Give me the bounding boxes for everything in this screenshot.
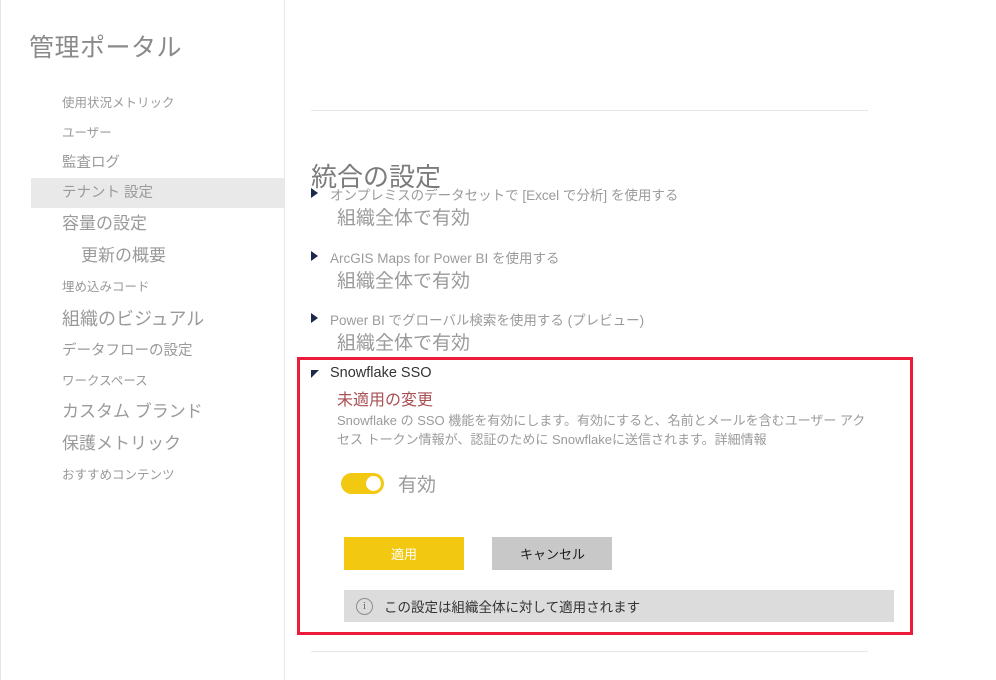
enabled-toggle-group: 有効 — [341, 470, 436, 497]
sidebar-item-label: ワークスペース — [62, 374, 148, 388]
cancel-button[interactable]: キャンセル — [492, 537, 613, 570]
sidebar-item-label: おすすめコンテンツ — [62, 468, 175, 482]
sidebar-item-users[interactable]: ユーザー — [5, 118, 285, 148]
sidebar-item-label: カスタム ブランド — [62, 402, 203, 421]
sidebar-item-label: 容量の設定 — [62, 214, 147, 233]
setting-name: Power BI でグローバル検索を使用する (プレビュー) — [330, 313, 645, 328]
chevron-right-icon[interactable] — [311, 188, 318, 198]
sidebar-item-label: テナント 設定 — [62, 185, 154, 201]
chevron-right-icon[interactable] — [311, 251, 318, 261]
info-banner-text: この設定は組織全体に対して適用されます — [384, 600, 641, 615]
toggle-knob — [366, 476, 381, 491]
chevron-down-icon[interactable] — [311, 370, 319, 378]
sidebar-item-label: 組織のビジュアル — [62, 309, 205, 329]
admin-portal-page: 管理ポータル 使用状況メトリック ユーザー 監査ログ テナント 設定 容量の設定… — [0, 0, 996, 680]
sidebar-item-label: 使用状況メトリック — [62, 96, 175, 110]
action-button-row: 適用 キャンセル — [344, 537, 613, 570]
content-divider-top — [311, 110, 868, 111]
sidebar-item-custom-branding[interactable]: カスタム ブランド — [5, 396, 285, 428]
sidebar-item-usage-metrics[interactable]: 使用状況メトリック — [5, 88, 285, 118]
sidebar: 管理ポータル 使用状況メトリック ユーザー 監査ログ テナント 設定 容量の設定… — [5, 0, 285, 680]
sidebar-item-featured-content[interactable]: おすすめコンテンツ — [5, 460, 285, 490]
sidebar-item-tenant-settings[interactable]: テナント 設定 — [31, 178, 284, 208]
sidebar-item-capacity-settings[interactable]: 容量の設定 — [5, 208, 285, 240]
sidebar-nav-list: 使用状況メトリック ユーザー 監査ログ テナント 設定 容量の設定 更新の概要 … — [5, 88, 285, 490]
sidebar-item-workspaces[interactable]: ワークスペース — [5, 366, 285, 396]
content-divider-bottom — [311, 651, 868, 652]
toggle-label: 有効 — [398, 475, 437, 496]
sidebar-item-embed-codes[interactable]: 埋め込みコード — [5, 272, 285, 302]
sidebar-item-refresh-summary[interactable]: 更新の概要 — [5, 240, 285, 272]
setting-state: 組織全体で有効 — [337, 333, 471, 354]
sidebar-item-protection-metrics[interactable]: 保護メトリック — [5, 428, 285, 460]
main-content: 統合の設定 オンプレミスのデータセットで [Excel で分析] を使用する 組… — [286, 0, 996, 680]
enabled-toggle[interactable] — [341, 473, 384, 494]
page-title: 管理ポータル — [29, 34, 183, 62]
chevron-right-icon[interactable] — [311, 313, 318, 323]
sidebar-item-organizational-visuals[interactable]: 組織のビジュアル — [5, 302, 285, 336]
sidebar-item-label: 更新の概要 — [81, 246, 166, 265]
setting-state: 組織全体で有効 — [337, 208, 471, 229]
pending-changes-label: 未適用の変更 — [337, 392, 434, 409]
sidebar-item-dataflow-settings[interactable]: データフローの設定 — [5, 336, 285, 366]
info-icon: i — [356, 597, 373, 615]
sidebar-item-label: 埋め込みコード — [62, 280, 150, 294]
sidebar-item-label: データフローの設定 — [62, 343, 193, 359]
sidebar-item-label: 監査ログ — [62, 155, 120, 171]
info-banner: i この設定は組織全体に対して適用されます — [344, 590, 894, 622]
setting-name: ArcGIS Maps for Power BI を使用する — [330, 251, 560, 266]
sidebar-item-audit-logs[interactable]: 監査ログ — [5, 148, 285, 178]
snowflake-sso-description: Snowflake の SSO 機能を有効にします。有効にすると、名前とメールを… — [337, 413, 866, 447]
setting-name: オンプレミスのデータセットで [Excel で分析] を使用する — [330, 188, 679, 203]
apply-button[interactable]: 適用 — [344, 537, 464, 570]
sidebar-item-label: ユーザー — [62, 126, 112, 140]
sidebar-item-label: 保護メトリック — [62, 434, 181, 453]
snowflake-sso-title: Snowflake SSO — [330, 365, 432, 381]
setting-state: 組織全体で有効 — [337, 271, 471, 292]
